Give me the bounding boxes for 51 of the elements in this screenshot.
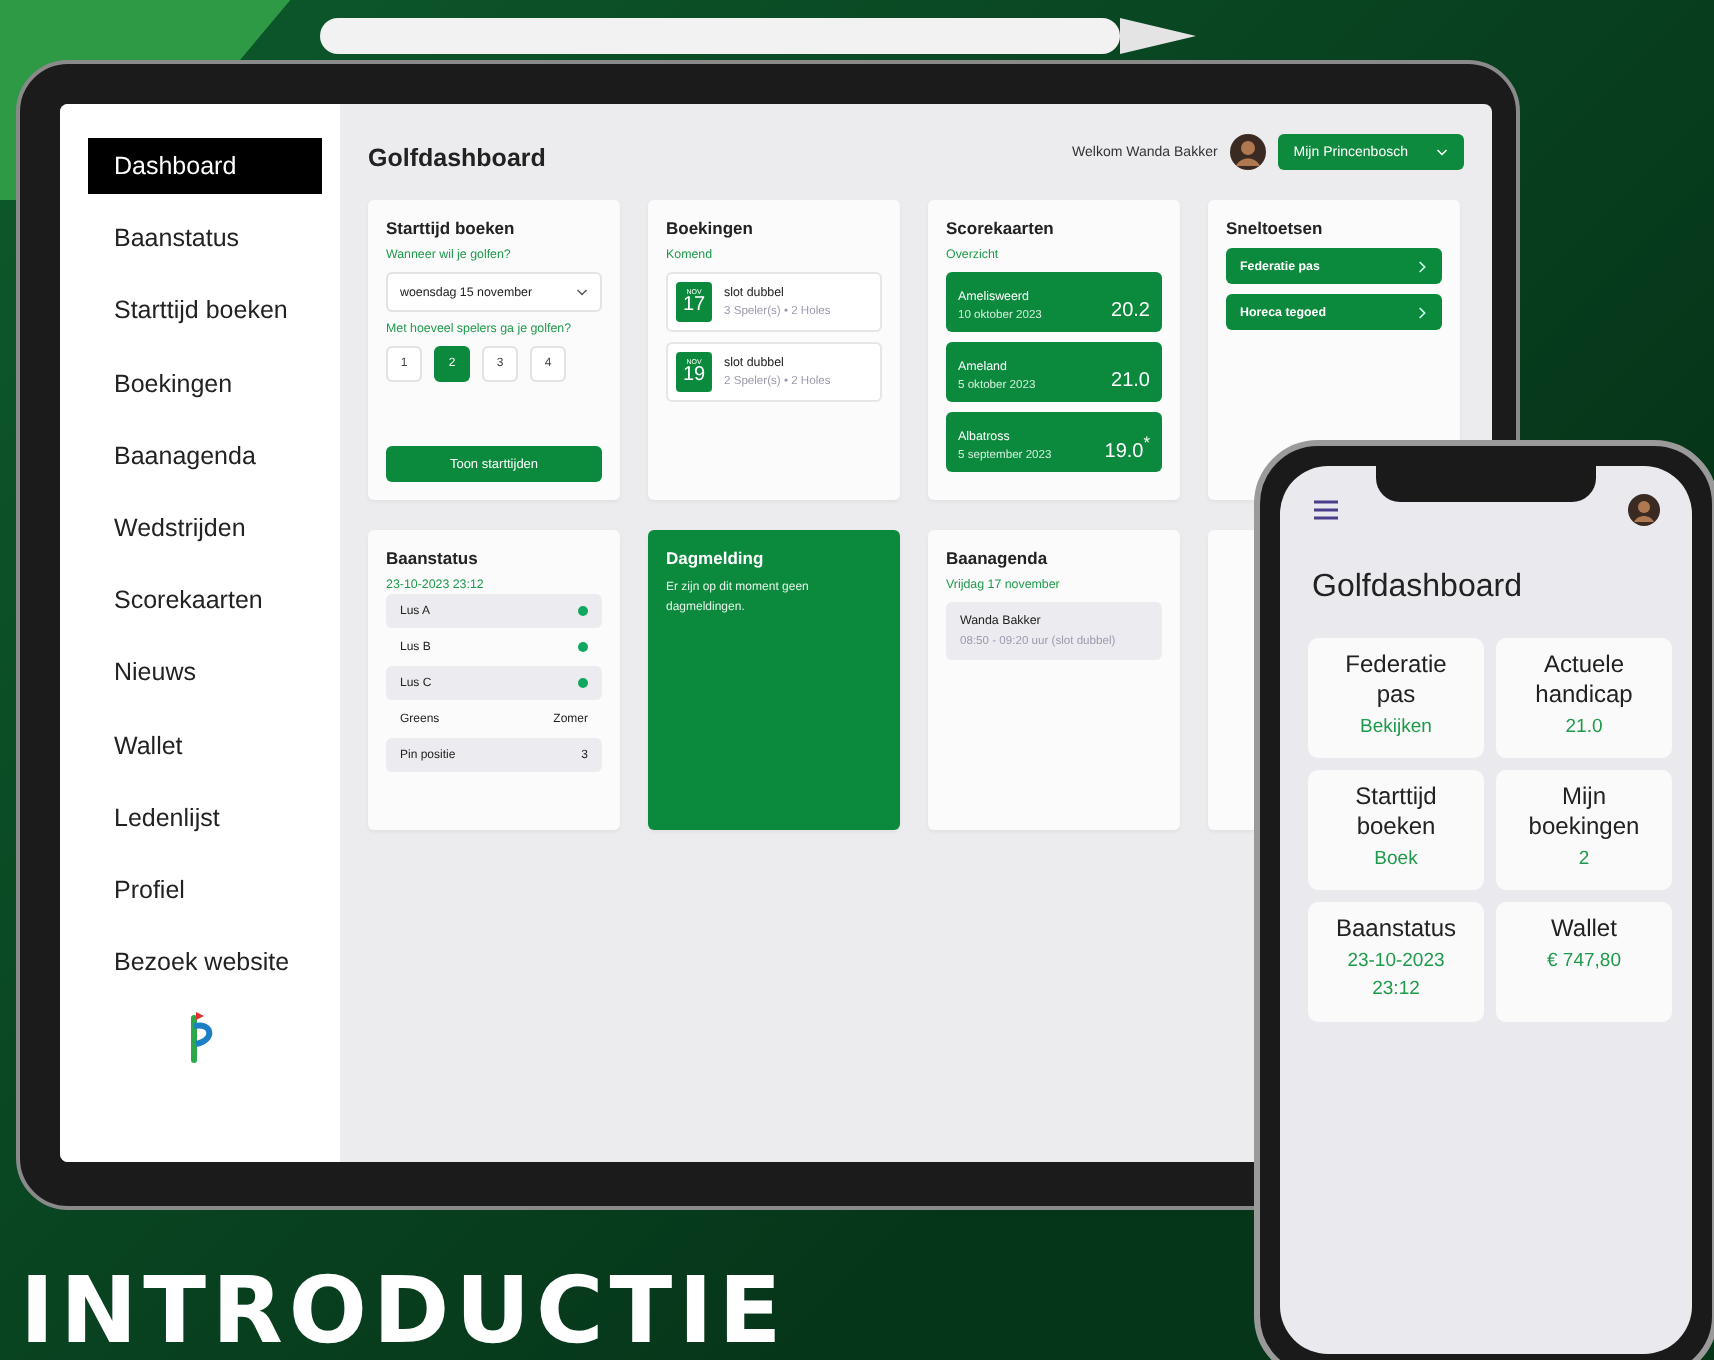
avatar-icon[interactable] — [1628, 494, 1660, 526]
chevron-right-icon — [1418, 305, 1428, 319]
sidebar-item[interactable]: Boekingen — [88, 355, 322, 412]
score-value: 20.2 — [1111, 300, 1150, 322]
dashboard-tile[interactable]: Wallet € 747,80 — [1496, 902, 1672, 1022]
dashboard-tile[interactable]: Actuele handicap 21.0 — [1496, 638, 1672, 758]
card-title: Sneltoetsen — [1226, 218, 1325, 238]
tile-value: 2 — [1578, 848, 1590, 870]
sidebar-item[interactable]: Ledenlijst — [88, 789, 322, 846]
tile-title: Federatie pas — [1343, 650, 1449, 710]
tile-title: Mijn boekingen — [1526, 782, 1642, 842]
page-title: Golfdashboard — [1312, 570, 1524, 606]
dashboard-tile[interactable]: Baanstatus 23-10-2023 23:12 — [1308, 902, 1484, 1022]
menu-icon[interactable] — [1312, 498, 1340, 522]
sidebar-item[interactable]: Wallet — [88, 717, 322, 773]
card-title: Dagmelding — [666, 548, 766, 568]
tile-title: Baanstatus — [1333, 914, 1459, 944]
score-value: 21.0 — [1111, 370, 1150, 392]
tile-value: Boek — [1374, 848, 1418, 870]
dashboard-tile[interactable]: Starttijd boeken Boek — [1308, 770, 1484, 890]
card-title: Scorekaarten — [946, 218, 1056, 238]
card-title: Boekingen — [666, 218, 755, 238]
chevron-right-icon — [1418, 259, 1428, 273]
chevron-down-icon — [576, 287, 588, 297]
card-title: Starttijd boeken — [386, 218, 517, 238]
card-title: Baanagenda — [946, 548, 1050, 568]
sidebar-item[interactable]: Dashboard — [88, 138, 322, 194]
chevron-down-icon — [1436, 147, 1448, 157]
page-title: Golfdashboard — [368, 144, 546, 172]
dashboard-tile[interactable]: Federatie pas Bekijken — [1308, 638, 1484, 758]
sidebar-item[interactable]: Baanstatus — [88, 210, 322, 267]
sidebar-item[interactable]: Bezoek website — [88, 934, 322, 991]
avatar-icon[interactable] — [1229, 134, 1266, 170]
sidebar-item[interactable]: Wedstrijden — [88, 499, 322, 556]
tile-value: 23:12 — [1372, 978, 1420, 1000]
sidebar-item[interactable]: Nieuws — [88, 644, 322, 701]
sidebar-item[interactable]: Starttijd boeken — [88, 282, 322, 339]
tile-value: Bekijken — [1360, 716, 1432, 738]
card-title: Baanstatus — [386, 548, 480, 568]
headline: INTRODUCTIE — [20, 1256, 788, 1360]
sidebar-item[interactable]: Profiel — [88, 861, 322, 918]
tile-value: 21.0 — [1565, 716, 1603, 738]
tile-value: € 747,80 — [1547, 950, 1621, 972]
tile-value: 23-10-2023 — [1347, 950, 1445, 972]
dashboard-tile[interactable]: Mijn boekingen 2 — [1496, 770, 1672, 890]
score-value: 19.0$^{*}$ — [1104, 431, 1150, 462]
tile-title: Starttijd boeken — [1353, 782, 1439, 842]
tile-title: Wallet — [1549, 914, 1619, 944]
sidebar-item[interactable]: Baanagenda — [88, 427, 322, 484]
sidebar-item[interactable]: Scorekaarten — [88, 572, 322, 629]
tile-title: Actuele handicap — [1533, 650, 1635, 710]
